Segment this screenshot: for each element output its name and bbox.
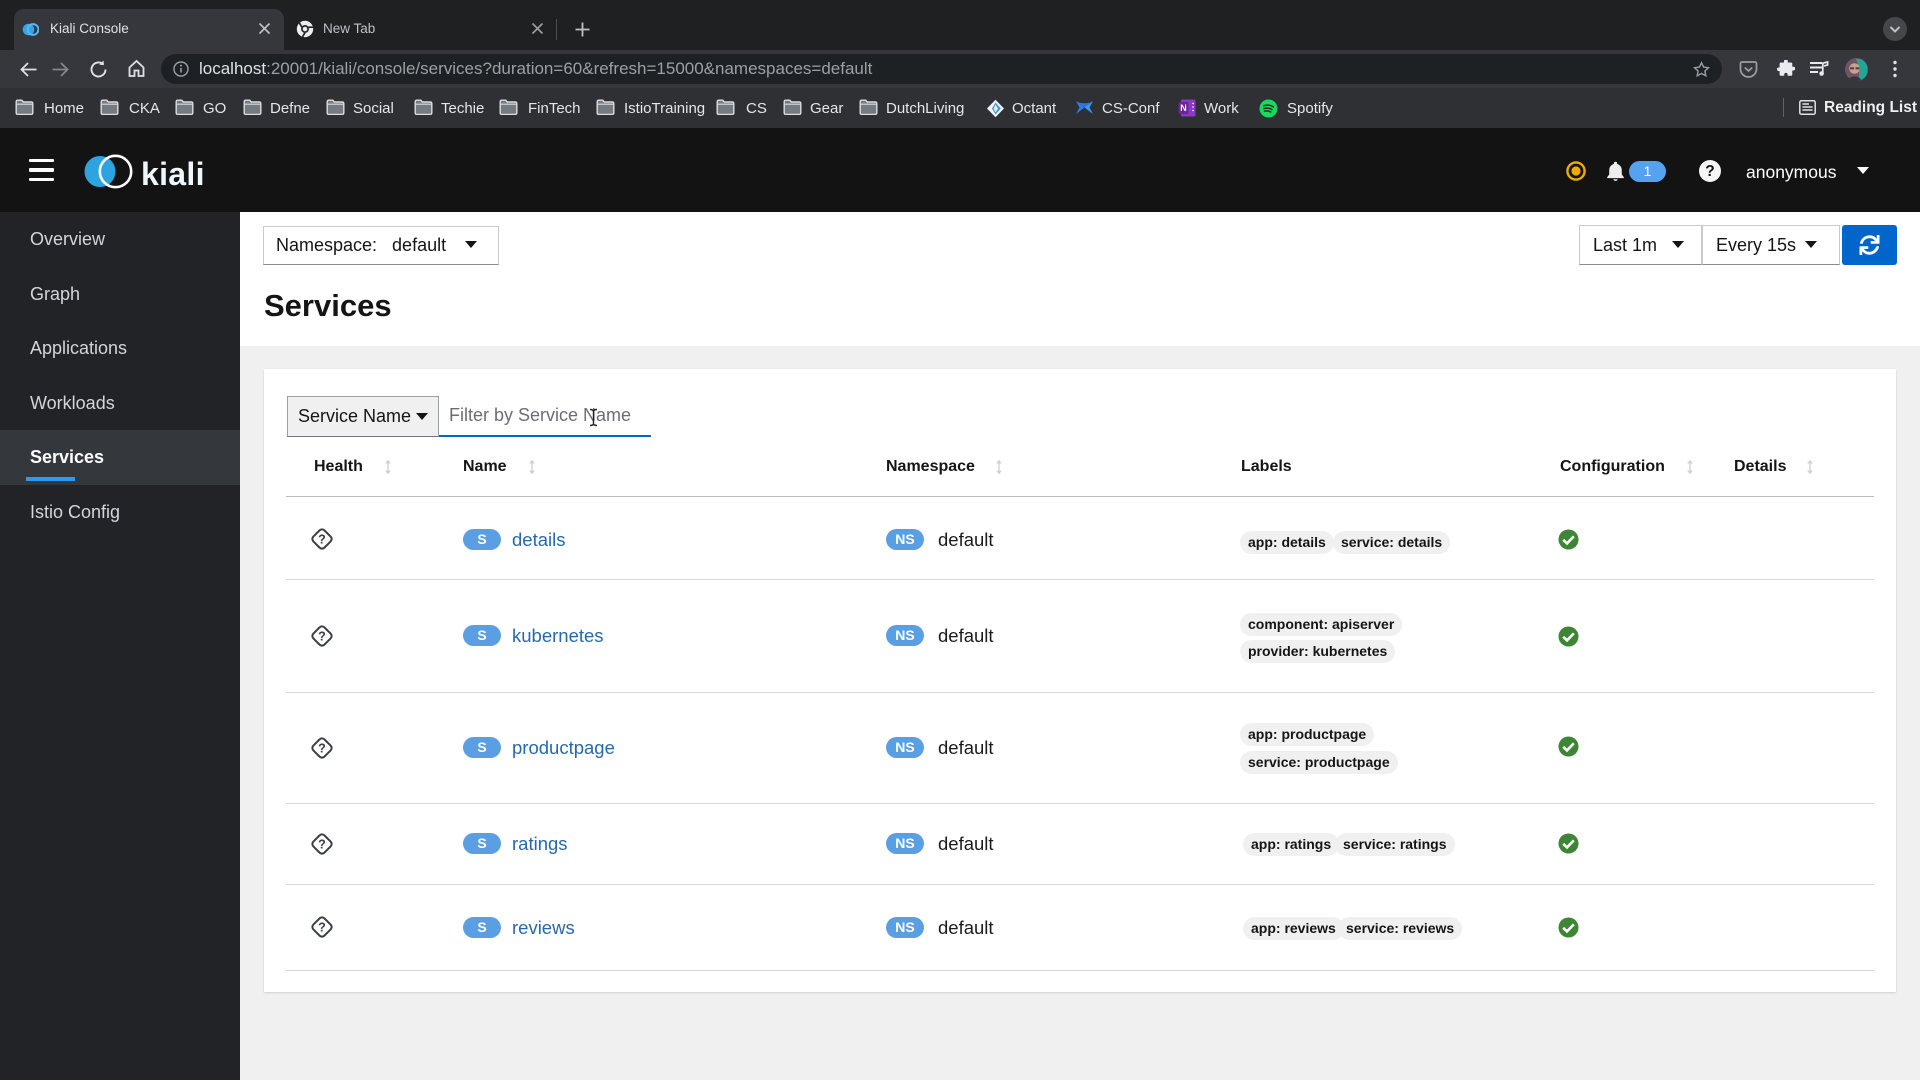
svg-text:N: N: [1180, 103, 1187, 113]
svg-text:?: ?: [318, 837, 326, 851]
svg-text:?: ?: [1705, 163, 1714, 180]
svg-text:?: ?: [318, 629, 326, 643]
svg-text:?: ?: [318, 532, 326, 546]
svg-text:?: ?: [318, 741, 326, 755]
svg-text:?: ?: [318, 920, 326, 934]
